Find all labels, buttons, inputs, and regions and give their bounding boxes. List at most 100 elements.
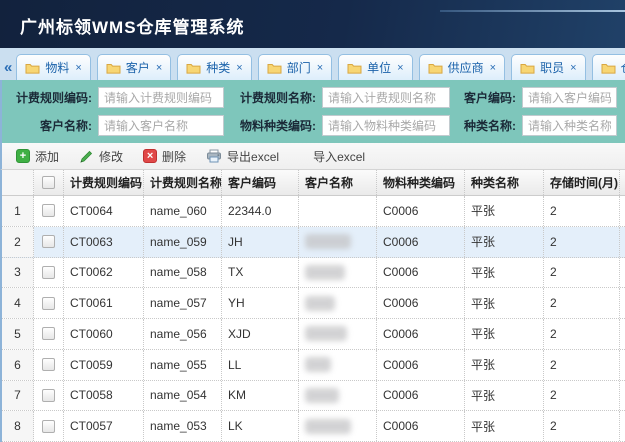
material-category-code-input[interactable] [322,115,450,136]
redacted-customer-name [305,357,331,372]
import-excel-button[interactable]: 导入excel [303,144,375,168]
billing-rule-code-cell: CT0059 [64,350,144,380]
billing-rule-code-cell: CT0060 [64,319,144,349]
edit-button-label: 修改 [99,148,123,165]
customer-code-cell: XJD [222,319,299,349]
folder-icon [347,62,362,74]
billing-rule-name-cell: name_056 [144,319,222,349]
row-checkbox[interactable] [42,204,55,217]
category-name-cell: 平张 [465,258,544,288]
material-category-code-cell: C0006 [377,258,465,288]
row-checkbox[interactable] [42,235,55,248]
close-icon[interactable]: × [570,62,576,74]
select-all-checkbox[interactable] [42,176,55,189]
close-icon[interactable]: × [397,62,403,74]
row-checkbox-cell [34,319,64,349]
billing-rule-code-cell: CT0063 [64,227,144,257]
folder-icon [25,62,40,74]
grid-toolbar: + 添加 修改 × 删除 导出excel 导入excel [0,143,625,170]
billing-rule-code-input[interactable] [98,87,224,108]
row-checkbox-cell [34,381,64,411]
tab-warehouse[interactable]: 仓库 × [592,54,625,80]
close-icon[interactable]: × [490,62,496,74]
storage-months-cell: 2 [544,196,620,226]
table-row[interactable]: 4 CT0061 name_057 YH C0006 平张 2 [2,288,625,319]
tab-customer[interactable]: 客户 × [97,54,171,80]
tab-label: 种类 [206,59,230,76]
material-category-code-cell: C0006 [377,319,465,349]
app-title: 广州标领WMS仓库管理系统 [20,13,245,38]
printer-icon [206,149,222,163]
billing-rule-name-cell: name_060 [144,196,222,226]
category-name-input[interactable] [522,115,617,136]
add-button[interactable]: + 添加 [6,144,69,168]
col-header-billing-rule-name[interactable]: 计费规则名称 [144,170,222,195]
customer-code-label: 客户编码: [456,89,516,106]
category-name-cell: 平张 [465,381,544,411]
customer-code-input[interactable] [522,87,617,108]
material-category-code-cell: C0006 [377,350,465,380]
col-header-material-category-code[interactable]: 物料种类编码 [377,170,465,195]
redacted-customer-name [305,265,345,280]
col-header-customer-code[interactable]: 客户编码 [222,170,299,195]
row-checkbox[interactable] [42,358,55,371]
col-header-category-name[interactable]: 种类名称 [465,170,544,195]
close-icon[interactable]: × [156,62,162,74]
col-header-customer-name[interactable]: 客户名称 [299,170,377,195]
close-icon[interactable]: × [236,62,242,74]
billing-rule-name-cell: name_059 [144,227,222,257]
billing-rule-name-cell: name_054 [144,381,222,411]
storage-months-cell: 2 [544,227,620,257]
tab-supplier[interactable]: 供应商 × [419,54,505,80]
table-row[interactable]: 6 CT0059 name_055 LL C0006 平张 2 [2,350,625,381]
billing-rule-name-cell: name_053 [144,411,222,441]
category-name-cell: 平张 [465,350,544,380]
row-number: 3 [2,258,34,288]
customer-name-cell [299,411,377,441]
tab-material[interactable]: 物料 × [16,54,90,80]
material-category-code-cell: C0006 [377,227,465,257]
filler-cell [620,350,625,380]
tab-unit[interactable]: 单位 × [338,54,412,80]
close-icon[interactable]: × [317,62,323,74]
select-all-cell [34,170,64,195]
folder-icon [601,62,616,74]
tab-department[interactable]: 部门 × [258,54,332,80]
table-row[interactable]: 1 CT0064 name_060 22344.0 C0006 平张 2 [2,196,625,227]
table-row[interactable]: 8 CT0057 name_053 LK C0006 平张 2 [2,411,625,442]
row-checkbox[interactable] [42,420,55,433]
filler-cell [620,196,625,226]
tab-bar: « 物料 × 客户 × 种类 × 部门 × 单位 × 供应商 × 职员 × 仓库… [0,48,625,80]
table-row[interactable]: 5 CT0060 name_056 XJD C0006 平张 2 [2,319,625,350]
row-checkbox[interactable] [42,389,55,402]
tab-label: 客户 [126,59,150,76]
row-checkbox[interactable] [42,297,55,310]
add-icon: + [16,149,30,163]
table-row[interactable]: 2 CT0063 name_059 JH C0006 平张 2 [2,227,625,258]
customer-name-label: 客户名称: [10,117,92,134]
edit-button[interactable]: 修改 [69,144,133,168]
close-icon[interactable]: × [75,62,81,74]
row-checkbox[interactable] [42,266,55,279]
tab-category[interactable]: 种类 × [177,54,251,80]
customer-code-cell: TX [222,258,299,288]
col-header-billing-rule-code[interactable]: 计费规则编码 [64,170,144,195]
storage-months-cell: 2 [544,350,620,380]
customer-code-cell: 22344.0 [222,196,299,226]
storage-months-cell: 2 [544,411,620,441]
billing-rule-name-input[interactable] [322,87,450,108]
redacted-customer-name [305,234,351,249]
tab-staff[interactable]: 职员 × [511,54,585,80]
customer-code-cell: KM [222,381,299,411]
table-row[interactable]: 3 CT0062 name_058 TX C0006 平张 2 [2,258,625,289]
collapse-tabs-icon[interactable]: « [4,60,12,75]
export-excel-button[interactable]: 导出excel [196,144,289,168]
row-checkbox[interactable] [42,327,55,340]
billing-rule-code-cell: CT0057 [64,411,144,441]
customer-name-input[interactable] [98,115,224,136]
delete-button[interactable]: × 删除 [133,144,196,168]
col-header-storage-months[interactable]: 存储时间(月) [544,170,620,195]
storage-months-cell: 2 [544,288,620,318]
table-row[interactable]: 7 CT0058 name_054 KM C0006 平张 2 [2,381,625,412]
material-category-code-cell: C0006 [377,411,465,441]
